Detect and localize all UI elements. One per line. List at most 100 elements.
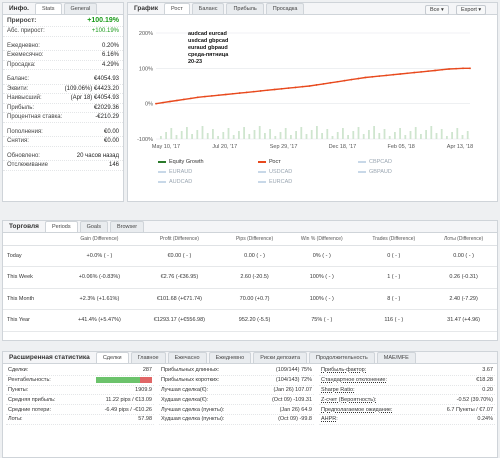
info-row-label: Эквити: — [7, 85, 29, 92]
growth-point — [273, 88, 276, 91]
table-cell: 100% ( - ) — [286, 288, 358, 310]
table-cell: 2.60 (-20.5) — [222, 266, 287, 289]
table-cell: This Year — [3, 309, 63, 332]
ext-tab[interactable]: Ежечасно — [167, 352, 207, 363]
growth-point — [357, 77, 360, 80]
table-cell: 100% ( - ) — [286, 266, 358, 289]
info-row-label: Наивысший: — [7, 95, 42, 102]
ext-tab[interactable]: Сделки — [95, 352, 129, 363]
info-row: Прибыль: €2029.36 — [3, 104, 123, 113]
tab-balance[interactable]: Баланс — [191, 3, 225, 14]
volume-bar — [238, 131, 240, 139]
legend-item[interactable]: Рост — [258, 159, 281, 165]
growth-point — [259, 90, 262, 92]
growth-point — [441, 68, 443, 71]
volume-bar — [175, 135, 178, 139]
volume-bar — [326, 129, 329, 139]
growth-point — [371, 75, 374, 78]
stat-row: Sharpe Ratio: 0.20 — [319, 386, 495, 396]
stat-label: Пункты: — [8, 386, 29, 393]
legend-item[interactable]: EURAUD — [158, 169, 192, 175]
export-button[interactable]: Export ▾ — [456, 5, 487, 15]
tab-general[interactable]: General — [63, 3, 98, 14]
tab-goals[interactable]: Goals — [79, 221, 108, 232]
legend-item[interactable]: AUDCAD — [158, 179, 192, 185]
ext-tab[interactable]: Ежедневно — [208, 352, 252, 363]
table-cell: 75% ( - ) — [286, 309, 358, 332]
stat-row: Прибыльных коротких: (104/143) 72% — [159, 376, 314, 386]
table-header[interactable]: Gain (Difference) — [63, 233, 136, 246]
growth-point — [301, 85, 304, 88]
table-header[interactable]: Pips (Difference) — [222, 233, 287, 246]
table-cell: +41.4% (+5.47%) — [63, 309, 136, 332]
volume-bar — [186, 127, 188, 139]
info-row-label: Отслеживание — [7, 162, 48, 169]
growth-point — [378, 75, 381, 78]
ext-tab[interactable]: Главное — [130, 352, 166, 363]
table-row: Today +0.0% ( - ) €0.00 ( - ) 0.00 ( - ) 0% … — [3, 245, 497, 267]
growth-point — [406, 72, 409, 75]
abs-growth-label[interactable]: Абс. прирост: — [7, 28, 45, 34]
tab-periods[interactable]: Periods — [44, 221, 78, 232]
legend-item[interactable]: Equity Growth — [158, 159, 204, 165]
info-row: Процентная ставка: -€210.29 — [3, 113, 123, 123]
table-header[interactable]: Trades (Difference) — [357, 233, 431, 246]
info-row-label: Просадка: — [7, 61, 36, 68]
volume-bar — [378, 133, 381, 139]
volume-bar — [414, 127, 417, 139]
stat-value: 57.98 — [138, 416, 152, 423]
growth-point — [224, 93, 227, 96]
volume-bar — [264, 133, 266, 139]
legend-item[interactable]: USDCAD — [258, 169, 292, 175]
volume-bar — [409, 131, 412, 139]
info-row: Баланс: €4054.93 — [3, 75, 123, 85]
volume-bar — [352, 131, 355, 139]
ext-col-3: Прибыль-фактор: 3.67 Стандартное отклонени… — [319, 366, 495, 425]
stat-label: Средняя прибыль: — [8, 396, 56, 403]
stat-value: -6.49 pips / -€10.26 — [104, 406, 152, 413]
volume-bar — [227, 128, 230, 139]
growth-point — [196, 96, 199, 99]
legend-item[interactable]: EURCAD — [258, 179, 292, 185]
tab-growth[interactable]: Рост — [163, 3, 190, 14]
tab-drawdown[interactable]: Просадка — [265, 3, 305, 14]
table-header[interactable]: Profit (Difference) — [135, 233, 223, 246]
info-row-value: 4.29% — [101, 61, 119, 68]
stat-value: (Oct 09) -99.8 — [278, 416, 312, 423]
tab-browser[interactable]: Browser — [109, 221, 145, 232]
ext-tab[interactable]: MAE/MFE — [376, 352, 416, 363]
table-cell: +0.0% ( - ) — [63, 245, 136, 267]
table-cell: €0.00 ( - ) — [135, 245, 223, 267]
info-row-label: Пополнения: — [7, 128, 43, 135]
info-row-value: 146 — [108, 162, 119, 169]
table-header[interactable]: Win % (Difference) — [286, 233, 358, 246]
volume-bar — [279, 132, 282, 139]
legend-item[interactable]: CBPCAD — [358, 159, 392, 165]
ext-tab[interactable]: Продолжительность — [309, 352, 375, 363]
growth-point — [176, 99, 178, 102]
table-cell: 8 ( - ) — [357, 288, 431, 310]
stat-row: Лучшая сделка (пункты): (Jan 26) 64.9 — [159, 405, 314, 415]
stat-row: Пункты: 1909.9 — [6, 386, 154, 396]
table-header[interactable] — [3, 233, 63, 246]
table-cell: €101.68 (+€71.74) — [135, 288, 223, 310]
growth-point — [329, 81, 332, 84]
table-cell: 952.20 (-5.5) — [222, 309, 287, 332]
stat-row: Прибыль-фактор: 3.67 — [319, 366, 495, 376]
tab-profit[interactable]: Прибыль — [226, 3, 264, 14]
stat-label: Средние потери: — [8, 406, 51, 413]
ext-tab[interactable]: Риски депозита — [253, 352, 308, 363]
table-row: This Week +0.06% (-0.83%) €2.76 (-€36.95) 2… — [3, 266, 497, 289]
abs-growth-value: +100.19% — [91, 28, 119, 35]
table-header[interactable]: Лоты (Difference) — [430, 233, 497, 246]
graph-title: График — [134, 5, 158, 12]
legend-label: AUDCAD — [169, 179, 193, 185]
legend-item[interactable]: GBPAUD — [358, 169, 392, 175]
legend-swatch — [258, 181, 266, 183]
info-row-value: €2029.36 — [93, 104, 119, 111]
volume-bar — [191, 134, 193, 139]
tab-stats[interactable]: Stats — [34, 3, 62, 14]
growth-point — [252, 90, 255, 93]
scale-select[interactable]: Все ▾ — [425, 5, 449, 15]
stat-label: Худшая сделка (пункты): — [161, 416, 225, 423]
